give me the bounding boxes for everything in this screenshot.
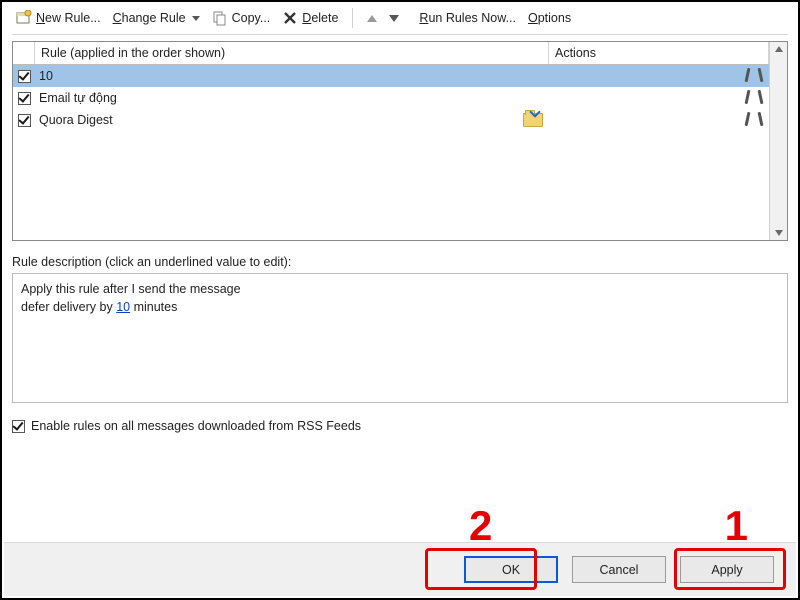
delete-button[interactable]: Delete xyxy=(278,8,342,28)
scroll-down-icon[interactable] xyxy=(775,230,783,236)
rules-toolbar: New Rule... Change Rule Copy... Delete R… xyxy=(12,6,788,35)
copy-label: Copy... xyxy=(232,11,271,25)
table-row[interactable]: Email tự động xyxy=(13,87,769,109)
column-header-rule[interactable]: Rule (applied in the order shown) xyxy=(35,42,549,64)
row-checkbox[interactable] xyxy=(13,91,35,105)
move-to-folder-icon xyxy=(523,113,543,127)
checkbox-icon[interactable] xyxy=(18,114,31,127)
wrench-icon xyxy=(743,111,765,129)
table-row[interactable]: 10 xyxy=(13,65,769,87)
row-checkbox[interactable] xyxy=(13,113,35,127)
options-button[interactable]: Options xyxy=(524,9,575,27)
toolbar-separator xyxy=(352,8,353,28)
options-label: Options xyxy=(528,11,571,25)
scroll-up-icon[interactable] xyxy=(775,46,783,52)
row-actions xyxy=(519,113,739,127)
rule-description-box: Apply this rule after I send the message… xyxy=(12,273,788,403)
delete-label: Delete xyxy=(302,11,338,25)
apply-button[interactable]: Apply xyxy=(680,556,774,583)
change-rule-button[interactable]: Change Rule xyxy=(109,9,204,27)
dialog-footer: OK Cancel Apply xyxy=(4,542,796,596)
rule-description-label: Rule description (click an underlined va… xyxy=(12,255,788,269)
new-rule-button[interactable]: New Rule... xyxy=(12,8,105,28)
list-scrollbar[interactable] xyxy=(769,42,787,240)
checkbox-icon[interactable] xyxy=(18,70,31,83)
dropdown-caret-icon xyxy=(192,16,200,21)
delete-icon xyxy=(282,10,298,26)
desc-line-2: defer delivery by 10 minutes xyxy=(21,298,779,316)
move-up-button[interactable] xyxy=(367,15,377,22)
rules-list: Rule (applied in the order shown) Action… xyxy=(12,41,788,241)
column-header-checkbox[interactable] xyxy=(13,42,35,64)
cancel-button[interactable]: Cancel xyxy=(572,556,666,583)
row-tool-icons xyxy=(739,67,769,85)
move-down-button[interactable] xyxy=(389,15,399,22)
run-rules-now-label: Run Rules Now... xyxy=(419,11,516,25)
row-rule-name: Email tự động xyxy=(35,91,519,105)
rss-enable-row[interactable]: Enable rules on all messages downloaded … xyxy=(12,419,788,433)
new-rule-label: New Rule... xyxy=(36,11,101,25)
wrench-icon xyxy=(743,89,765,107)
defer-minutes-link[interactable]: 10 xyxy=(116,300,130,314)
wrench-icon xyxy=(743,67,765,85)
row-tool-icons xyxy=(739,89,769,107)
column-header-actions[interactable]: Actions xyxy=(549,42,769,64)
run-rules-now-button[interactable]: Run Rules Now... xyxy=(415,9,520,27)
rss-enable-label: Enable rules on all messages downloaded … xyxy=(31,419,361,433)
row-checkbox[interactable] xyxy=(13,69,35,83)
copy-icon xyxy=(212,10,228,26)
rss-enable-checkbox[interactable] xyxy=(12,420,25,433)
change-rule-label: Change Rule xyxy=(113,11,186,25)
row-rule-name: Quora Digest xyxy=(35,113,519,127)
row-tool-icons xyxy=(739,111,769,129)
table-row[interactable]: Quora Digest xyxy=(13,109,769,131)
row-rule-name: 10 xyxy=(35,69,519,83)
copy-button[interactable]: Copy... xyxy=(208,8,275,28)
rules-list-header: Rule (applied in the order shown) Action… xyxy=(13,42,769,65)
ok-button[interactable]: OK xyxy=(464,556,558,583)
new-rule-icon xyxy=(16,10,32,26)
checkbox-icon[interactable] xyxy=(18,92,31,105)
desc-line-1: Apply this rule after I send the message xyxy=(21,280,779,298)
